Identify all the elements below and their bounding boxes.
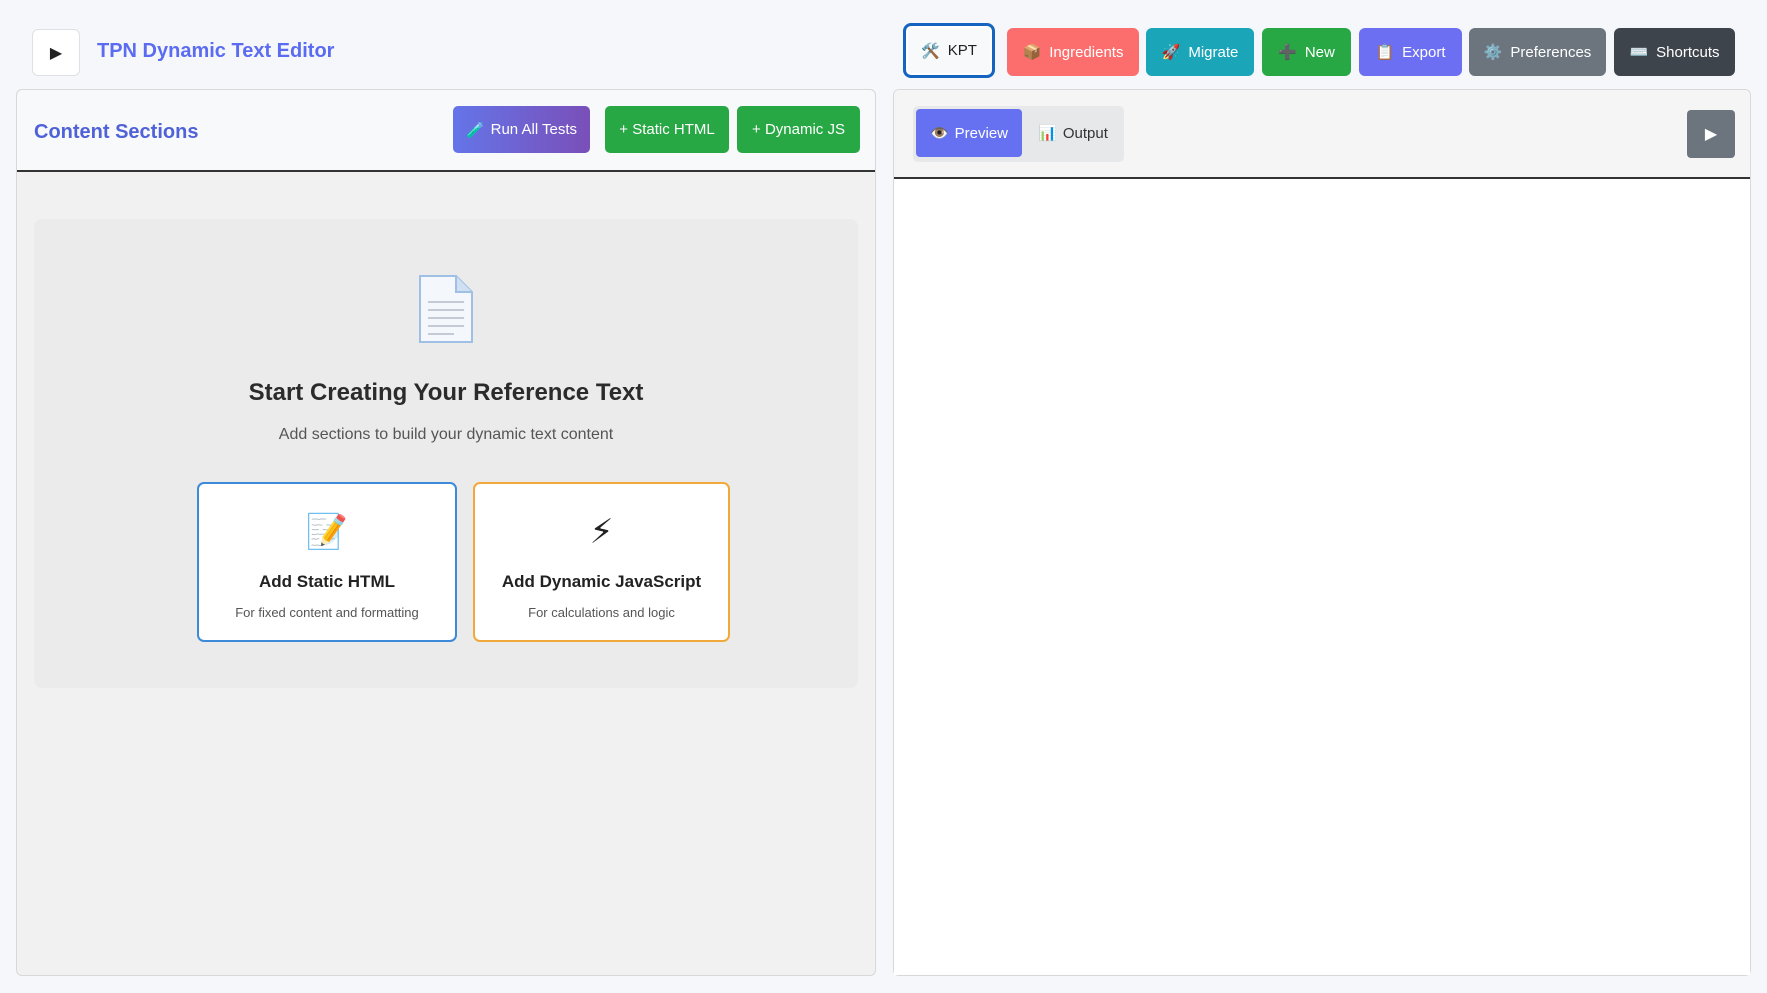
export-button-label: Export bbox=[1402, 43, 1446, 61]
card-subtitle: For calculations and logic bbox=[528, 605, 675, 620]
card-title: Add Dynamic JavaScript bbox=[501, 572, 702, 591]
migrate-button-label: Migrate bbox=[1188, 43, 1239, 61]
tools-icon: 🛠️ bbox=[921, 42, 940, 60]
rocket-icon: 🚀 bbox=[1161, 44, 1181, 61]
content-sections-title: Content Sections bbox=[34, 121, 199, 143]
new-button[interactable]: ➕ New bbox=[1262, 28, 1351, 76]
app-title: TPN Dynamic Text Editor bbox=[97, 40, 335, 62]
tab-preview[interactable]: 👁️ Preview bbox=[916, 109, 1022, 157]
ingredients-button-label: Ingredients bbox=[1049, 43, 1124, 61]
lightning-icon: ⚡ bbox=[589, 513, 614, 551]
gear-icon: ⚙️ bbox=[1483, 44, 1503, 61]
shortcuts-button[interactable]: ⌨️ Shortcuts bbox=[1614, 28, 1735, 76]
preferences-button-label: Preferences bbox=[1510, 43, 1592, 61]
eye-icon: 👁️ bbox=[929, 125, 949, 142]
add-dynamic-js-button[interactable]: + Dynamic JS bbox=[737, 106, 860, 153]
view-tabs: 👁️ Preview 📊 Output bbox=[913, 106, 1124, 162]
play-icon: ▶ bbox=[1704, 126, 1718, 143]
preview-header: 👁️ Preview 📊 Output ▶ bbox=[894, 90, 1750, 179]
run-all-tests-label: Run All Tests bbox=[490, 121, 578, 138]
kpt-button-label: KPT bbox=[947, 42, 977, 59]
run-all-tests-button[interactable]: 🧪 Run All Tests bbox=[453, 106, 590, 153]
content-sections-header: Content Sections 🧪 Run All Tests + Stati… bbox=[17, 90, 875, 172]
test-tube-icon: 🧪 bbox=[465, 121, 485, 139]
empty-state: Start Creating Your Reference Text Add s… bbox=[34, 219, 858, 688]
card-subtitle: For fixed content and formatting bbox=[235, 605, 419, 620]
sidebar-toggle-button[interactable]: ▶ bbox=[32, 29, 80, 76]
tab-preview-label: Preview bbox=[954, 124, 1009, 142]
plus-icon: ➕ bbox=[1278, 44, 1297, 61]
tab-output-label: Output bbox=[1062, 124, 1108, 142]
card-title: Add Static HTML bbox=[259, 572, 395, 591]
new-button-label: New bbox=[1304, 43, 1335, 61]
tab-output[interactable]: 📊 Output bbox=[1025, 109, 1121, 157]
migrate-button[interactable]: 🚀 Migrate bbox=[1146, 28, 1254, 76]
panel-toggle-button[interactable]: ▶ bbox=[1687, 110, 1735, 158]
kpt-button[interactable]: 🛠️ KPT bbox=[903, 23, 995, 78]
memo-icon: 📝 bbox=[305, 513, 349, 551]
add-dynamic-javascript-card[interactable]: ⚡ Add Dynamic JavaScript For calculation… bbox=[473, 482, 730, 642]
bar-chart-icon: 📊 bbox=[1038, 125, 1057, 142]
clipboard-icon: 📋 bbox=[1375, 44, 1395, 61]
empty-state-title: Start Creating Your Reference Text bbox=[248, 379, 644, 406]
preferences-button[interactable]: ⚙️ Preferences bbox=[1469, 28, 1606, 76]
empty-state-subtitle: Add sections to build your dynamic text … bbox=[278, 426, 614, 443]
editor-app: ▶ TPN Dynamic Text Editor 🛠️ KPT 📦 Ingre… bbox=[0, 0, 1767, 993]
play-icon: ▶ bbox=[49, 44, 63, 62]
ingredients-button[interactable]: 📦 Ingredients bbox=[1007, 28, 1139, 76]
preview-area bbox=[894, 195, 1750, 975]
content-sections-panel: Content Sections 🧪 Run All Tests + Stati… bbox=[16, 89, 876, 976]
keyboard-icon: ⌨️ bbox=[1629, 44, 1649, 61]
package-icon: 📦 bbox=[1022, 44, 1042, 61]
preview-panel: 👁️ Preview 📊 Output ▶ bbox=[893, 89, 1751, 976]
export-button[interactable]: 📋 Export bbox=[1359, 28, 1462, 76]
add-static-html-card[interactable]: 📝 Add Static HTML For fixed content and … bbox=[197, 482, 457, 642]
add-static-html-button[interactable]: + Static HTML bbox=[605, 106, 729, 153]
document-icon bbox=[34, 274, 858, 359]
shortcuts-button-label: Shortcuts bbox=[1656, 43, 1720, 61]
